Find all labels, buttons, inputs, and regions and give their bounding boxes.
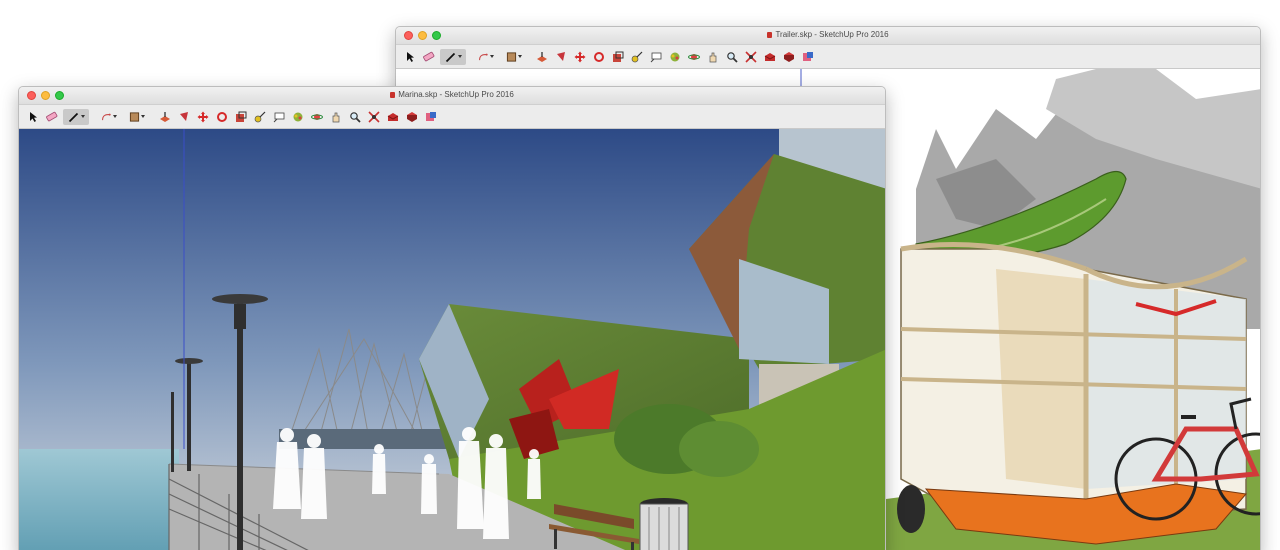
pencil-icon[interactable] (440, 48, 466, 65)
trailer-window-title: Trailer.skp - SketchUp Pro 2016 (775, 30, 889, 39)
tree-cluster-2 (679, 421, 759, 477)
orbit-icon[interactable] (309, 109, 325, 125)
zoom-extents-icon[interactable] (743, 49, 759, 65)
eraser-icon[interactable] (44, 109, 60, 125)
orbit-icon[interactable] (686, 49, 702, 65)
trailer-titlebar[interactable]: Trailer.skp - SketchUp Pro 2016 (396, 27, 1260, 45)
sketchup-file-icon (390, 91, 396, 98)
rectangle-icon[interactable] (506, 49, 522, 65)
marina-window-title: Marina.skp - SketchUp Pro 2016 (398, 90, 514, 99)
marina-window: Marina.skp - SketchUp Pro 2016 (18, 86, 886, 550)
paint-bucket-icon[interactable] (290, 109, 306, 125)
scale-icon[interactable] (233, 109, 249, 125)
pan-icon[interactable] (328, 109, 344, 125)
extension-icon[interactable] (404, 109, 420, 125)
marina-viewport[interactable] (19, 129, 885, 550)
trailer-wheel (897, 485, 925, 533)
trailer-window (996, 269, 1086, 489)
pencil-icon[interactable] (63, 108, 89, 125)
zoom-icon[interactable] (724, 49, 740, 65)
eraser-icon[interactable] (421, 49, 437, 65)
paint-bucket-icon[interactable] (667, 49, 683, 65)
move-icon[interactable] (572, 49, 588, 65)
warehouse-icon[interactable] (385, 109, 401, 125)
zoom-extents-icon[interactable] (366, 109, 382, 125)
arc-icon[interactable] (478, 49, 494, 65)
layout-icon[interactable] (423, 109, 439, 125)
layout-icon[interactable] (800, 49, 816, 65)
text-icon[interactable] (271, 109, 287, 125)
trash-can (639, 498, 689, 550)
select-arrow-icon[interactable] (25, 109, 41, 125)
offset-icon[interactable] (176, 109, 192, 125)
tape-measure-icon[interactable] (252, 109, 268, 125)
push-pull-icon[interactable] (157, 109, 173, 125)
move-icon[interactable] (195, 109, 211, 125)
rectangle-icon[interactable] (129, 109, 145, 125)
scale-icon[interactable] (610, 49, 626, 65)
arc-icon[interactable] (101, 109, 117, 125)
extension-icon[interactable] (781, 49, 797, 65)
select-arrow-icon[interactable] (402, 49, 418, 65)
desktop: Trailer.skp - SketchUp Pro 2016 Marina.s… (0, 0, 1280, 550)
tape-measure-icon[interactable] (629, 49, 645, 65)
rotate-icon[interactable] (214, 109, 230, 125)
marina-titlebar[interactable]: Marina.skp - SketchUp Pro 2016 (19, 87, 885, 105)
sketchup-file-icon (767, 31, 773, 38)
marina-scene (19, 129, 885, 550)
text-icon[interactable] (648, 49, 664, 65)
rotate-icon[interactable] (591, 49, 607, 65)
warehouse-icon[interactable] (762, 49, 778, 65)
push-pull-icon[interactable] (534, 49, 550, 65)
water (19, 449, 179, 550)
marina-toolbar (19, 105, 885, 129)
zoom-icon[interactable] (347, 109, 363, 125)
pan-icon[interactable] (705, 49, 721, 65)
offset-icon[interactable] (553, 49, 569, 65)
trailer-toolbar (396, 45, 1260, 69)
